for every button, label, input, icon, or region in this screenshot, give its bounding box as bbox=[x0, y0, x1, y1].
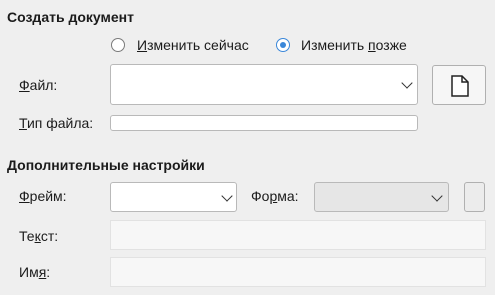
new-document-icon bbox=[451, 75, 469, 102]
radio-edit-now[interactable]: Изменить сейчас bbox=[111, 37, 271, 55]
text-input[interactable] bbox=[110, 220, 486, 250]
frame-label: Фрейм: bbox=[19, 188, 67, 204]
form-extra-button[interactable] bbox=[464, 182, 485, 212]
frame-combobox[interactable] bbox=[110, 182, 237, 212]
create-document-heading: Создать документ bbox=[7, 9, 134, 25]
filetype-input[interactable] bbox=[110, 115, 418, 131]
filetype-label: Тип файла: bbox=[19, 115, 94, 131]
radio-edit-later[interactable]: Изменить позже bbox=[276, 37, 426, 55]
chevron-down-icon bbox=[431, 190, 443, 202]
chevron-down-icon bbox=[221, 190, 233, 202]
radio-edit-later-indicator[interactable] bbox=[276, 38, 290, 52]
file-label: Файл: bbox=[19, 77, 58, 93]
text-label: Текст: bbox=[19, 228, 59, 244]
new-document-button[interactable] bbox=[432, 65, 486, 105]
name-input[interactable] bbox=[110, 257, 486, 287]
radio-edit-now-label: Изменить сейчас bbox=[137, 37, 249, 53]
additional-settings-heading: Дополнительные настройки bbox=[7, 157, 205, 173]
name-label: Имя: bbox=[19, 264, 51, 280]
form-combobox[interactable] bbox=[314, 182, 449, 212]
file-combobox[interactable] bbox=[110, 64, 418, 105]
form-label: Форма: bbox=[251, 188, 299, 204]
radio-edit-now-indicator[interactable] bbox=[111, 38, 125, 52]
chevron-down-icon bbox=[401, 77, 413, 89]
radio-edit-later-label: Изменить позже bbox=[301, 37, 407, 53]
